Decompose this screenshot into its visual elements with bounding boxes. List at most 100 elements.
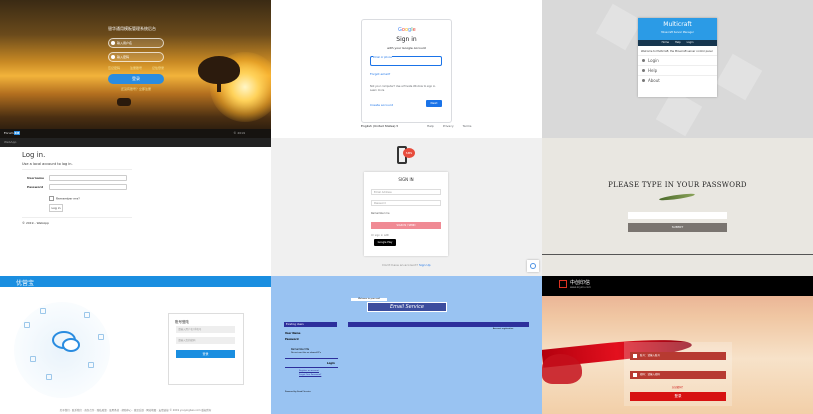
registration-note[interactable]: Account registration bbox=[493, 328, 513, 330]
navbar: WebApp bbox=[0, 138, 271, 147]
password-label: Password bbox=[285, 338, 299, 341]
password-heading: PLEASE TYPE IN YOUR PASSWORD bbox=[608, 181, 747, 189]
forgot-password-link[interactable]: Forgot Your Password? bbox=[299, 374, 321, 376]
password-input[interactable]: Password bbox=[371, 200, 441, 206]
divider bbox=[22, 169, 132, 170]
password-input[interactable]: 密码：请输入密码 bbox=[630, 371, 726, 379]
powered-by: Powered by Email Service bbox=[285, 391, 311, 393]
signup-link[interactable]: Sign Up bbox=[419, 263, 431, 267]
forgot-password-link[interactable]: 忘记密码？ bbox=[624, 385, 732, 389]
remember-me-checkbox[interactable]: Remember Me bbox=[291, 348, 309, 351]
forgot-email-link[interactable]: Forgot email? bbox=[370, 72, 390, 76]
signin-card: SIGN IN Email Address Password Remember … bbox=[364, 172, 448, 256]
panel-title: Multicraft bbox=[663, 21, 692, 28]
login-button[interactable]: Log in bbox=[49, 204, 63, 212]
email-field[interactable]: Email or phone bbox=[370, 56, 442, 66]
service-banner: Email Service bbox=[367, 302, 447, 312]
password-input[interactable]: 输入密码 bbox=[108, 52, 164, 62]
username-input[interactable]: 输入用户名 bbox=[108, 38, 164, 48]
multicraft-panel: Multicraft Minecraft Server Manager Home… bbox=[638, 18, 717, 97]
register-link[interactable]: 注册账号 bbox=[130, 66, 142, 70]
login-panel-header: Existing Users bbox=[284, 322, 337, 327]
menu-item-help[interactable]: Help bbox=[638, 65, 717, 75]
brand-link[interactable]: WebApp bbox=[4, 140, 16, 144]
footer-links[interactable]: 关于我们 · 联系我们 · 商务合作 · 隐私政策 · 使用条款 · 帮助中心 … bbox=[0, 408, 271, 412]
copyright: © 2019 - WebApp bbox=[22, 221, 49, 225]
login-button[interactable]: 登录 bbox=[630, 392, 726, 401]
login-button[interactable]: 登录 bbox=[108, 74, 164, 84]
remember-login-link[interactable]: 记住登录 bbox=[152, 66, 164, 70]
email-field-label: Email or phone bbox=[373, 56, 392, 59]
checkbox-icon bbox=[49, 196, 54, 201]
signin-heading: Sign in bbox=[396, 36, 417, 43]
user-icon bbox=[633, 354, 637, 358]
create-account-link[interactable]: Create account bbox=[370, 103, 393, 107]
page-title: Log in. bbox=[22, 151, 46, 159]
tile-aspnet-login: WebApp Log in. Use a local account to lo… bbox=[0, 138, 271, 276]
header-bar: 优营宝 bbox=[0, 276, 271, 287]
recaptcha-icon bbox=[530, 263, 536, 269]
google-logo: Google bbox=[398, 27, 416, 33]
guest-mode-note: Not your computer? Use a Private Window … bbox=[370, 85, 437, 92]
email-input[interactable]: Email Address bbox=[371, 189, 441, 195]
login-button[interactable]: 登录 bbox=[176, 350, 235, 358]
lock-icon bbox=[633, 373, 637, 377]
calendar-icon bbox=[88, 362, 94, 368]
footer-copyright: © 2019 bbox=[233, 131, 245, 135]
tree-trunk-graphic bbox=[217, 80, 221, 92]
panel-subtitle: Minecraft Server Manager bbox=[661, 31, 694, 34]
help-link[interactable]: Help bbox=[427, 124, 434, 128]
brand-name: 优营宝 bbox=[16, 280, 35, 287]
signin-subheading: with your Google Account bbox=[387, 46, 426, 50]
header-bar: 中创印信 www.zcyxin.com bbox=[542, 276, 813, 296]
login-button[interactable]: Login bbox=[327, 362, 335, 365]
mail-icon bbox=[40, 308, 46, 314]
signin-heading: SIGN IN bbox=[398, 177, 414, 182]
nav-home[interactable]: Home bbox=[662, 40, 669, 46]
menu-item-about[interactable]: About bbox=[638, 75, 717, 85]
lock-icon bbox=[111, 55, 115, 59]
red-ribbon-graphic bbox=[542, 354, 582, 384]
password-placeholder: 输入密码 bbox=[117, 55, 130, 59]
recaptcha-badge[interactable] bbox=[527, 260, 539, 272]
submit-button[interactable]: SUBMIT bbox=[628, 223, 727, 232]
register-now-link[interactable]: 还没有账号？立即注册 bbox=[108, 87, 164, 91]
page-subtitle: Use a local account to log in. bbox=[22, 162, 73, 166]
username-input[interactable]: 账号：请输入账号 bbox=[630, 352, 726, 360]
remember-me-checkbox[interactable]: Remember me? bbox=[49, 196, 80, 201]
star-icon bbox=[642, 79, 645, 82]
tile-youyingbao-login: 优营宝 账号登陆 请输入用户名/手机号 请输入您的密码 登录 关于我们 · 联系… bbox=[0, 276, 271, 414]
privacy-link[interactable]: Privacy bbox=[443, 124, 454, 128]
forgot-password-link[interactable]: 忘记密码 bbox=[108, 66, 120, 70]
phone-icon bbox=[98, 334, 104, 340]
cart-icon bbox=[46, 374, 52, 380]
divider bbox=[22, 217, 132, 218]
signin-card: Google Sign in with your Google Account … bbox=[361, 19, 452, 123]
seal-logo-icon bbox=[559, 280, 567, 288]
doc-icon bbox=[24, 322, 30, 328]
username-input[interactable] bbox=[49, 175, 127, 181]
content-header bbox=[348, 322, 529, 327]
password-input[interactable]: 请输入您的密码 bbox=[176, 337, 235, 344]
menu-item-login[interactable]: Login bbox=[638, 55, 717, 65]
username-input[interactable]: 请输入用户名/手机号 bbox=[176, 326, 235, 333]
password-input[interactable] bbox=[628, 212, 727, 219]
bottom-rule bbox=[542, 254, 813, 255]
password-input[interactable] bbox=[49, 184, 127, 190]
next-button[interactable]: Next bbox=[426, 100, 442, 107]
nav-login[interactable]: Login bbox=[687, 40, 694, 46]
page-title: 银华通用模板管理系统后台 bbox=[108, 26, 156, 31]
brand-name: 中创印信 bbox=[570, 280, 591, 286]
terms-link[interactable]: Terms bbox=[463, 124, 472, 128]
signin-button[interactable]: SIGN IN / SEND bbox=[371, 222, 441, 229]
google-play-badge[interactable]: Google Play bbox=[374, 239, 396, 246]
language-select[interactable]: English (United States) ▾ bbox=[361, 124, 398, 128]
nav-help[interactable]: Help bbox=[675, 40, 681, 46]
divider bbox=[285, 367, 338, 368]
remember-me-checkbox[interactable]: Remember me bbox=[371, 212, 390, 215]
register-link[interactable]: Register an account bbox=[299, 370, 319, 372]
welcome-text: Welcome to Multicraft, the Minecraft ser… bbox=[641, 50, 713, 53]
tile-email-service: Welcome to your mail Email Service Exist… bbox=[271, 276, 542, 414]
tile-sms-signin: SMS SIGN IN Email Address Password Remem… bbox=[271, 138, 542, 276]
hex-pattern bbox=[595, 3, 643, 51]
